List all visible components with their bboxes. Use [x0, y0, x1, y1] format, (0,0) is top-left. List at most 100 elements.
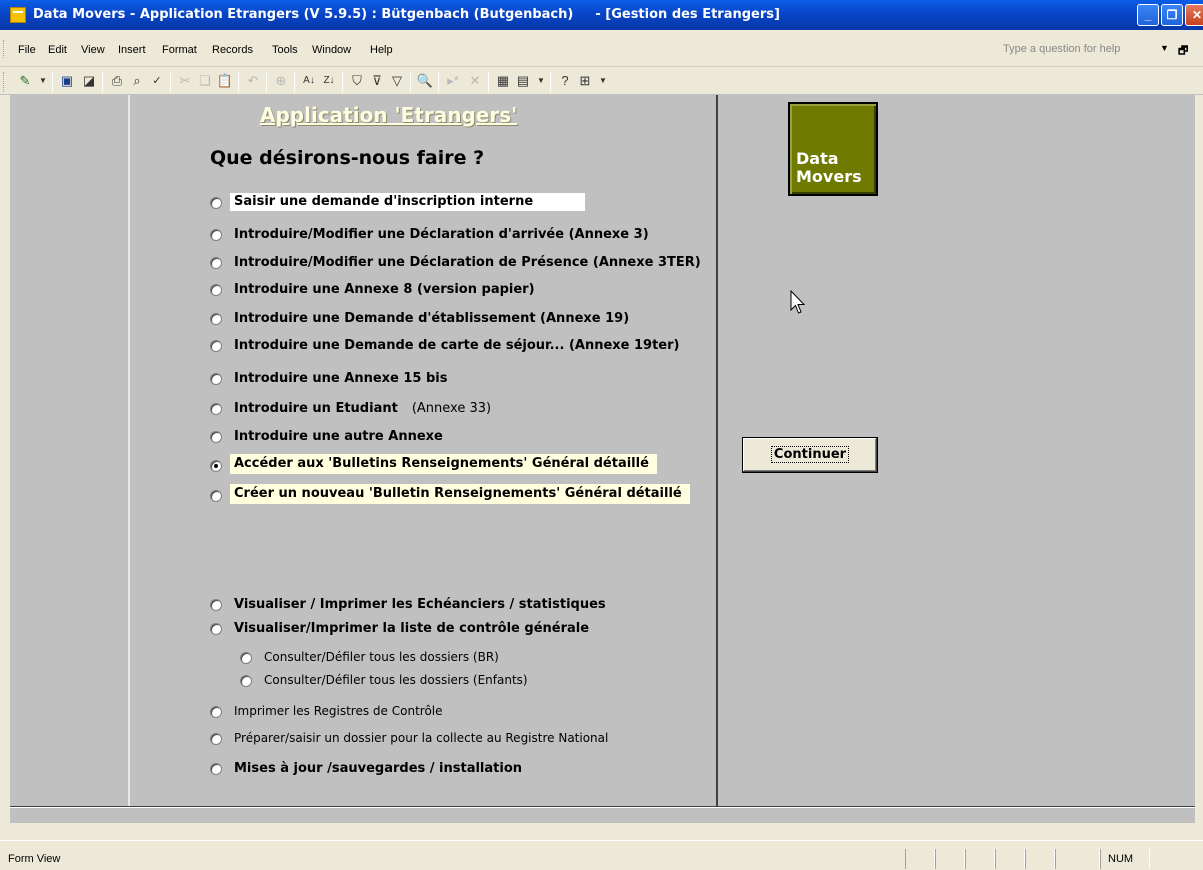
menu-tools[interactable]: Tools — [272, 44, 298, 56]
help-dropdown-icon[interactable]: ▼ — [1160, 43, 1169, 53]
option-label: Introduire un Etudiant (Annexe 33) — [234, 401, 491, 416]
radio-button[interactable] — [240, 675, 252, 687]
database-window-icon[interactable]: ▦ — [494, 72, 512, 90]
radio-button[interactable] — [210, 599, 222, 611]
filter-by-form-icon[interactable]: ⊽ — [368, 72, 386, 90]
radio-button[interactable] — [210, 229, 222, 241]
data-movers-logo: Data Movers — [788, 102, 878, 196]
status-mode: Form View — [8, 853, 61, 865]
new-record-icon[interactable]: ▸* — [444, 72, 462, 90]
help-question-input[interactable]: Type a question for help — [999, 40, 1149, 60]
print-preview-icon[interactable]: ⌕ — [128, 72, 146, 90]
status-panel — [965, 849, 995, 869]
continue-button[interactable]: Continuer — [742, 437, 878, 473]
print-icon[interactable]: ⎙ — [108, 72, 126, 90]
radio-button[interactable] — [210, 490, 222, 502]
radio-button[interactable] — [210, 257, 222, 269]
view-dropdown-icon[interactable]: ▼ — [34, 72, 52, 90]
radio-button[interactable] — [240, 652, 252, 664]
option-label: Accéder aux 'Bulletins Renseignements' G… — [230, 454, 657, 474]
menu-records[interactable]: Records — [212, 44, 253, 56]
status-panel — [1025, 849, 1055, 869]
radio-button[interactable] — [210, 340, 222, 352]
sort-descending-icon[interactable]: Z↓ — [320, 72, 338, 90]
radio-button[interactable] — [210, 403, 222, 415]
question-heading: Que désirons-nous faire ? — [210, 147, 485, 169]
menu-insert[interactable]: Insert — [118, 44, 146, 56]
toolbar-grip-handle[interactable] — [3, 72, 6, 92]
main-panel: Application 'Etrangers' Que désirons-nou… — [128, 95, 718, 807]
option-label: Visualiser / Imprimer les Echéanciers / … — [234, 597, 606, 612]
option-label: Introduire/Modifier une Déclaration de P… — [234, 255, 701, 270]
toolbar-separator — [342, 72, 343, 92]
radio-button[interactable] — [210, 284, 222, 296]
sort-ascending-icon[interactable]: A↓ — [300, 72, 318, 90]
status-num-lock: NUM — [1108, 853, 1134, 865]
file-search-icon[interactable]: ◪ — [80, 72, 98, 90]
undo-icon[interactable]: ↶ — [244, 72, 262, 90]
left-margin-strip — [10, 95, 128, 807]
window-title-text: Data Movers - Application Etrangers (V 5… — [33, 7, 574, 22]
radio-button[interactable] — [210, 373, 222, 385]
save-icon[interactable]: ▣ — [58, 72, 76, 90]
new-object-dropdown-icon[interactable]: ▼ — [532, 72, 550, 90]
option-label: Créer un nouveau 'Bulletin Renseignement… — [230, 484, 690, 504]
toolbar-separator — [488, 72, 489, 92]
option-label-main: Introduire un Etudiant — [234, 401, 398, 416]
menu-file[interactable]: File — [18, 44, 36, 56]
toolbar-options-icon[interactable]: ▼ — [594, 72, 612, 90]
menubar-grip-handle[interactable] — [3, 40, 6, 58]
menu-view[interactable]: View — [81, 44, 105, 56]
minimize-button[interactable]: _ — [1137, 4, 1159, 26]
radio-button[interactable] — [210, 197, 222, 209]
toolbar-separator — [550, 72, 551, 92]
toolbar-separator — [294, 72, 295, 92]
toolbar-separator — [410, 72, 411, 92]
form-footer — [10, 808, 1195, 823]
form-area: Application 'Etrangers' Que désirons-nou… — [10, 95, 1195, 823]
menu-format[interactable]: Format — [162, 44, 197, 56]
radio-button[interactable] — [210, 763, 222, 775]
table-icon[interactable]: ⊞ — [576, 72, 594, 90]
spelling-icon[interactable]: ✓ — [148, 72, 166, 90]
find-icon[interactable]: 🔍 — [416, 72, 434, 90]
toolbar: ✎ ▼ ▣ ◪ ⎙ ⌕ ✓ ✂ ❏ 📋 ↶ ⊕ A↓ Z↓ ⛉ ⊽ ▽ 🔍 ▸*… — [0, 67, 1203, 95]
app-title: Application 'Etrangers' — [260, 103, 518, 127]
help-icon[interactable]: ? — [556, 72, 574, 90]
copy-icon[interactable]: ❏ — [196, 72, 214, 90]
filter-by-selection-icon[interactable]: ⛉ — [348, 72, 366, 90]
maximize-button[interactable]: ❐ — [1161, 4, 1183, 26]
delete-record-icon[interactable]: ✕ — [466, 72, 484, 90]
option-label: Introduire/Modifier une Déclaration d'ar… — [234, 227, 649, 242]
continue-button-label: Continuer — [770, 446, 850, 463]
menu-bar: File Edit View Insert Format Records Too… — [0, 30, 1203, 67]
view-icon[interactable]: ✎ — [16, 72, 34, 90]
status-panel — [935, 849, 965, 869]
access-app-icon[interactable] — [10, 7, 26, 23]
radio-button[interactable] — [210, 431, 222, 443]
menu-edit[interactable]: Edit — [48, 44, 67, 56]
cut-icon[interactable]: ✂ — [176, 72, 194, 90]
option-label: Introduire une Annexe 15 bis — [234, 371, 448, 386]
apply-filter-icon[interactable]: ▽ — [388, 72, 406, 90]
close-button[interactable]: ✕ — [1185, 4, 1203, 26]
new-object-icon[interactable]: ▤ — [514, 72, 532, 90]
option-label: Consulter/Défiler tous les dossiers (BR) — [264, 650, 499, 664]
paste-icon[interactable]: 📋 — [216, 72, 234, 90]
radio-button[interactable] — [210, 706, 222, 718]
radio-button[interactable] — [210, 313, 222, 325]
option-label: Imprimer les Registres de Contrôle — [234, 704, 443, 718]
radio-button[interactable] — [210, 733, 222, 745]
radio-button-selected[interactable] — [210, 460, 222, 472]
option-label-aside: (Annexe 33) — [411, 401, 492, 416]
option-label: Consulter/Défiler tous les dossiers (Enf… — [264, 673, 528, 687]
radio-button[interactable] — [210, 623, 222, 635]
window-document-title: - [Gestion des Etrangers] — [595, 7, 780, 22]
menu-window[interactable]: Window — [312, 44, 351, 56]
hyperlink-icon[interactable]: ⊕ — [272, 72, 290, 90]
restore-window-icon[interactable]: 🗗 — [1178, 42, 1188, 61]
toolbar-separator — [170, 72, 171, 92]
status-panel — [1055, 849, 1100, 869]
menu-help[interactable]: Help — [370, 44, 393, 56]
toolbar-separator — [438, 72, 439, 92]
